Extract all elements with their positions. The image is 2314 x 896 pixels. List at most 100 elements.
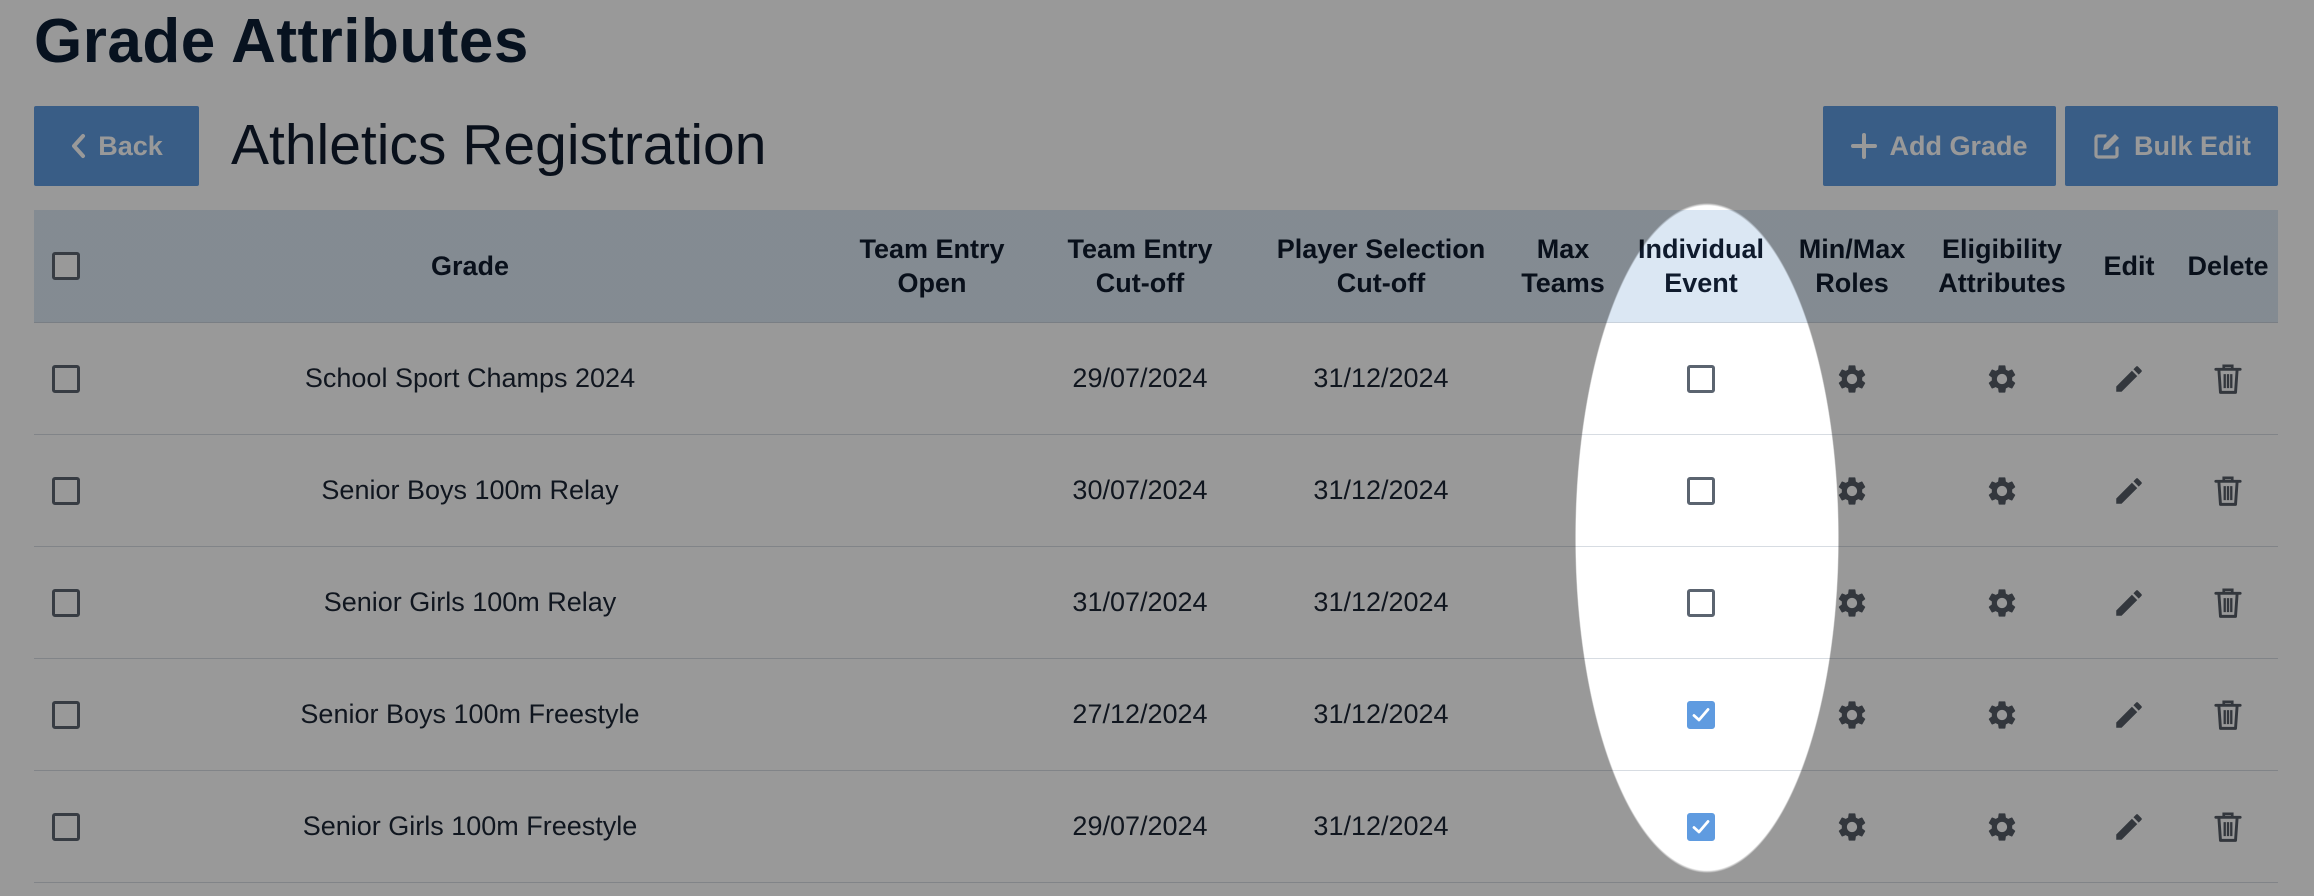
bulk-edit-button[interactable]: Bulk Edit [2065, 106, 2278, 186]
row-select-checkbox[interactable] [52, 476, 80, 505]
grade-name: Senior Girls 100m Freestyle [302, 811, 638, 841]
gear-icon[interactable] [1832, 583, 1872, 623]
add-grade-button-label: Add Grade [1889, 130, 2028, 161]
checkmark-icon [1692, 819, 1710, 833]
pencil-icon[interactable] [2109, 359, 2149, 399]
individual-event-cell [1622, 771, 1780, 882]
header-individual-event[interactable]: Individual Event [1622, 210, 1780, 322]
grade-name: Senior Boys 100m Relay [321, 475, 619, 505]
edit-cell [2080, 771, 2178, 882]
max-teams [1504, 323, 1622, 434]
gear-icon[interactable] [1982, 807, 2022, 847]
grade-name: Senior Boys 100m Freestyle [300, 699, 640, 729]
gear-icon[interactable] [1982, 359, 2022, 399]
individual-event-checkbox[interactable] [1687, 588, 1715, 617]
header-eligibility-attributes: Eligibility Attributes [1938, 234, 2066, 298]
edit-cell [2080, 547, 2178, 658]
row-select-cell [34, 771, 98, 882]
gear-icon[interactable] [1832, 695, 1872, 735]
min-max-roles-cell [1780, 435, 1924, 546]
max-teams [1504, 547, 1622, 658]
table-row: School Sport Champs 2024 29/07/2024 31/12/… [34, 323, 2278, 435]
back-button[interactable]: Back [34, 106, 199, 186]
eligibility-attributes-cell [1924, 547, 2080, 658]
edit-cell [2080, 659, 2178, 770]
page-title: Grade Attributes [34, 7, 529, 76]
header-max-teams[interactable]: Max Teams [1504, 210, 1622, 322]
player-selection-cutoff: 31/12/2024 [1313, 587, 1449, 617]
eligibility-attributes-cell [1924, 323, 2080, 434]
header-team-entry-open[interactable]: Team Entry Open [842, 210, 1022, 322]
pencil-icon[interactable] [2109, 695, 2149, 735]
individual-event-checkbox[interactable] [1687, 364, 1715, 393]
grade-attributes-page: Grade Attributes Back Athletics Registra… [0, 0, 2314, 896]
team-entry-cutoff: 27/12/2024 [1072, 699, 1208, 729]
min-max-roles-cell [1780, 547, 1924, 658]
table-row: Senior Girls 100m Relay 31/07/2024 31/12/2… [34, 547, 2278, 659]
team-entry-cutoff: 29/07/2024 [1072, 363, 1208, 393]
grades-table: Grade Team Entry Open Team Entry Cut-off… [34, 210, 2278, 883]
header-team-entry-cutoff[interactable]: Team Entry Cut-off [1022, 210, 1258, 322]
add-grade-button[interactable]: Add Grade [1823, 106, 2056, 186]
header-delete: Delete [2187, 251, 2269, 281]
team-entry-open [842, 435, 1022, 546]
row-select-checkbox[interactable] [52, 588, 80, 617]
table-body: School Sport Champs 2024 29/07/2024 31/12/… [34, 323, 2278, 883]
team-entry-open [842, 323, 1022, 434]
pencil-icon[interactable] [2109, 583, 2149, 623]
table-row: Senior Boys 100m Freestyle 27/12/2024 31/1… [34, 659, 2278, 771]
grade-name: School Sport Champs 2024 [304, 363, 636, 393]
bulk-edit-button-label: Bulk Edit [2133, 130, 2251, 161]
max-teams [1504, 435, 1622, 546]
player-selection-cutoff: 31/12/2024 [1313, 363, 1449, 393]
individual-event-checkbox[interactable] [1687, 700, 1715, 729]
gear-icon[interactable] [1982, 471, 2022, 511]
eligibility-attributes-cell [1924, 771, 2080, 882]
row-select-cell [34, 323, 98, 434]
edit-cell [2080, 435, 2178, 546]
gear-icon[interactable] [1832, 807, 1872, 847]
player-selection-cutoff: 31/12/2024 [1313, 699, 1449, 729]
trash-icon[interactable] [2208, 583, 2248, 623]
delete-cell [2178, 435, 2278, 546]
header-grade[interactable]: Grade [98, 210, 842, 322]
gear-icon[interactable] [1982, 583, 2022, 623]
gear-icon[interactable] [1832, 471, 1872, 511]
trash-icon[interactable] [2208, 359, 2248, 399]
table-row: Senior Girls 100m Freestyle 29/07/2024 31/… [34, 771, 2278, 883]
trash-icon[interactable] [2208, 695, 2248, 735]
eligibility-attributes-cell [1924, 659, 2080, 770]
chevron-left-icon [72, 134, 86, 158]
checkmark-icon [1692, 707, 1710, 721]
gear-icon[interactable] [1832, 359, 1872, 399]
individual-event-cell [1622, 435, 1780, 546]
individual-event-cell [1622, 659, 1780, 770]
individual-event-checkbox[interactable] [1687, 476, 1715, 505]
max-teams [1504, 771, 1622, 882]
row-select-checkbox[interactable] [52, 812, 80, 841]
header-edit: Edit [2103, 251, 2155, 281]
team-entry-cutoff: 31/07/2024 [1072, 587, 1208, 617]
gear-icon[interactable] [1982, 695, 2022, 735]
max-teams [1504, 659, 1622, 770]
row-select-checkbox[interactable] [52, 700, 80, 729]
delete-cell [2178, 771, 2278, 882]
delete-cell [2178, 547, 2278, 658]
pencil-icon[interactable] [2109, 471, 2149, 511]
trash-icon[interactable] [2208, 471, 2248, 511]
row-select-cell [34, 547, 98, 658]
min-max-roles-cell [1780, 659, 1924, 770]
select-all-cell [34, 210, 98, 322]
header-player-selection-cutoff[interactable]: Player Selection Cut-off [1258, 210, 1504, 322]
player-selection-cutoff: 31/12/2024 [1313, 811, 1449, 841]
pencil-icon[interactable] [2109, 807, 2149, 847]
back-button-label: Back [98, 130, 163, 161]
individual-event-checkbox[interactable] [1687, 812, 1715, 841]
player-selection-cutoff: 31/12/2024 [1313, 475, 1449, 505]
plus-icon [1851, 133, 1878, 159]
trash-icon[interactable] [2208, 807, 2248, 847]
row-select-checkbox[interactable] [52, 364, 80, 393]
individual-event-cell [1622, 547, 1780, 658]
edit-cell [2080, 323, 2178, 434]
select-all-checkbox[interactable] [52, 252, 80, 280]
